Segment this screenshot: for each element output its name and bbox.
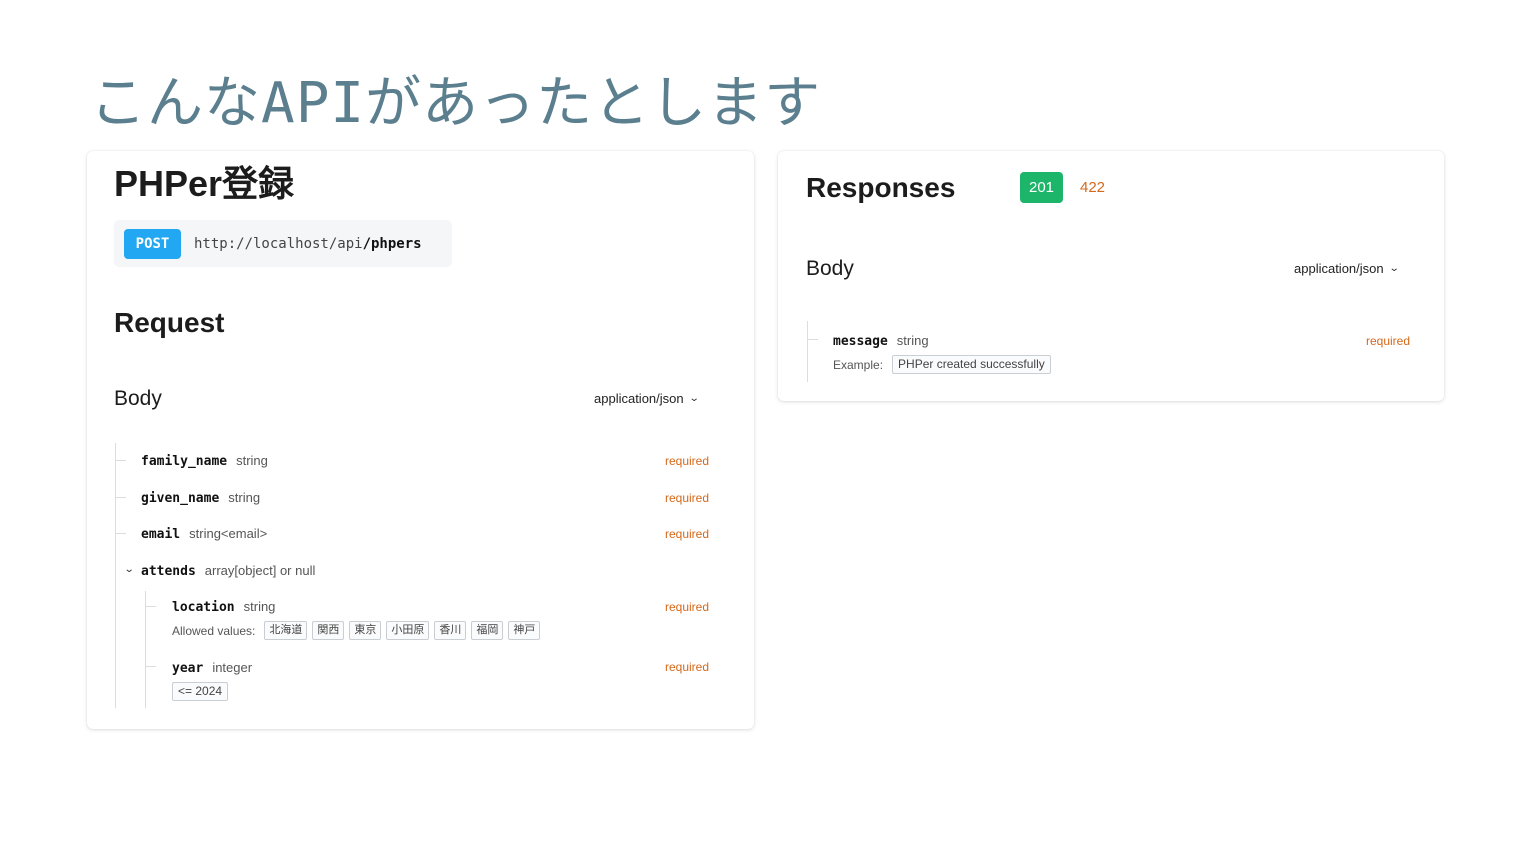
message-example: Example: PHPer created successfully xyxy=(833,355,1051,374)
response-mime-select[interactable]: application/json ⌄ xyxy=(1294,261,1400,276)
field-family-name: family_name string xyxy=(141,453,268,469)
required-label: required xyxy=(665,527,710,541)
request-mime-select[interactable]: application/json ⌄ xyxy=(594,391,700,406)
required-label: required xyxy=(665,600,710,614)
field-type: string<email> xyxy=(189,526,268,541)
field-type: string xyxy=(896,333,929,348)
required-label: required xyxy=(665,454,710,468)
allowed-value-chip: 神戸 xyxy=(508,621,541,640)
request-card: PHPer登録 POST http://localhost/api/phpers… xyxy=(87,151,754,729)
field-name: location xyxy=(172,600,235,615)
allowed-value-chip: 北海道 xyxy=(264,621,308,640)
field-location: location string xyxy=(172,599,275,615)
chevron-down-icon[interactable]: ⌄ xyxy=(124,564,135,575)
slide-title: こんなAPIがあったとします xyxy=(90,71,822,136)
endpoint-bar[interactable]: POST http://localhost/api/phpers xyxy=(114,220,452,267)
status-code-201-tab[interactable]: 201 xyxy=(1020,172,1063,203)
field-name: email xyxy=(141,527,181,542)
field-name: message xyxy=(833,334,888,349)
year-constraint: <= 2024 xyxy=(172,682,229,701)
endpoint-url: http://localhost/api/phpers xyxy=(194,236,422,252)
field-given-name: given_name string xyxy=(141,490,260,506)
example-label: Example: xyxy=(833,357,884,372)
field-name: year xyxy=(172,661,204,676)
tree-line xyxy=(115,443,116,708)
chevron-down-icon: ⌄ xyxy=(688,393,700,404)
tree-branch xyxy=(116,460,126,461)
constraint-chip: <= 2024 xyxy=(172,682,229,701)
tree-line xyxy=(807,321,808,382)
field-attends[interactable]: attends array[object] or null xyxy=(141,563,315,579)
responses-card: Responses 201 422 Body application/json … xyxy=(778,151,1444,401)
tree-line-nested xyxy=(145,591,146,708)
request-heading: Request xyxy=(114,307,225,338)
field-type: string xyxy=(236,453,268,468)
field-name: attends xyxy=(141,564,196,579)
response-body-label: Body xyxy=(806,257,854,280)
request-mime-value: application/json xyxy=(594,391,684,406)
field-message: message string xyxy=(833,333,929,349)
allowed-values-label: Allowed values: xyxy=(172,623,256,638)
required-label: required xyxy=(665,491,710,505)
method-badge: POST xyxy=(124,228,181,259)
tree-branch xyxy=(146,606,156,607)
field-type: string xyxy=(243,599,276,614)
required-label: required xyxy=(1366,334,1411,348)
chevron-down-icon: ⌄ xyxy=(1388,263,1400,274)
allowed-value-chip: 東京 xyxy=(349,621,382,640)
operation-title: PHPer登録 xyxy=(114,163,295,204)
tree-branch xyxy=(808,339,818,340)
request-body-label: Body xyxy=(114,387,162,410)
responses-heading: Responses xyxy=(806,172,956,203)
allowed-value-chip: 関西 xyxy=(312,621,345,640)
tree-branch xyxy=(116,533,126,534)
allowed-value-chip: 香川 xyxy=(434,621,467,640)
required-label: required xyxy=(665,660,710,674)
field-type: integer xyxy=(212,660,253,675)
allowed-values: Allowed values: 北海道 関西 東京 小田原 香川 福岡 神戸 xyxy=(172,621,541,640)
field-name: family_name xyxy=(141,454,228,469)
field-email: email string<email> xyxy=(141,526,267,542)
field-type: array[object] or null xyxy=(204,563,316,578)
allowed-value-chip: 小田原 xyxy=(386,621,430,640)
field-name: given_name xyxy=(141,491,220,506)
url-path: /phpers xyxy=(362,235,422,252)
field-type: string xyxy=(228,490,261,505)
url-base: http://localhost/api xyxy=(194,235,363,252)
allowed-value-chip: 福岡 xyxy=(471,621,504,640)
example-chip: PHPer created successfully xyxy=(892,355,1051,374)
response-mime-value: application/json xyxy=(1294,261,1384,276)
tree-branch xyxy=(146,666,156,667)
tree-branch xyxy=(116,497,126,498)
field-year: year integer xyxy=(172,660,252,676)
status-code-422-tab[interactable]: 422 xyxy=(1080,179,1105,196)
